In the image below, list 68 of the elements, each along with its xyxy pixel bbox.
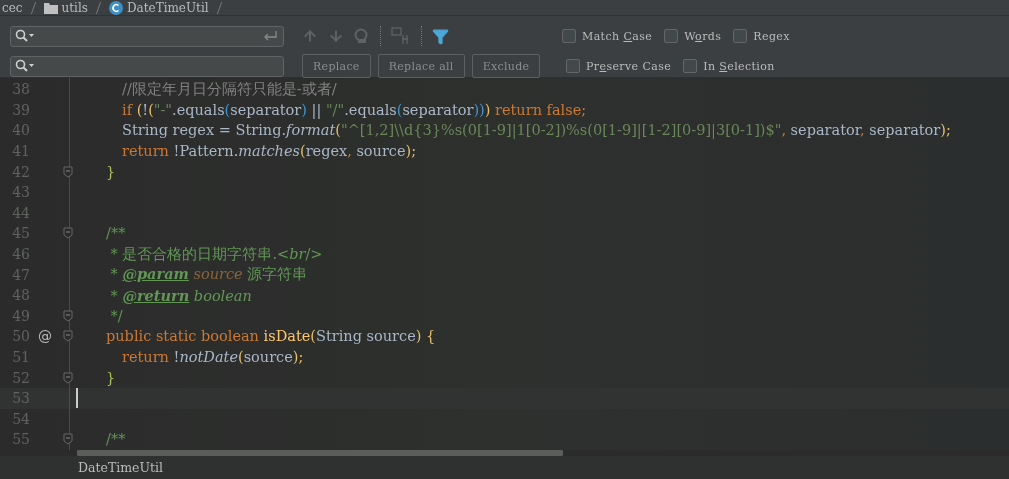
code-line: //限定年月日分隔符只能是-或者/	[121, 79, 337, 99]
checkbox[interactable]	[562, 29, 576, 43]
search-icon[interactable]	[15, 59, 35, 73]
search-icon[interactable]	[15, 29, 35, 43]
option-label: In Selection	[703, 59, 775, 73]
file-name: DateTimeUtil	[78, 460, 164, 475]
scrollbar-thumb[interactable]	[77, 450, 563, 456]
line-number: 40	[11, 122, 30, 139]
code-line: /**	[105, 225, 126, 242]
enter-icon	[263, 31, 277, 41]
code-line: * @param source 源字符串	[109, 265, 308, 285]
fold-icon[interactable]	[63, 330, 73, 343]
select-all-icon[interactable]	[391, 27, 411, 45]
code-line: */	[109, 307, 123, 324]
line-number: 46	[11, 246, 30, 263]
line-number: 51	[11, 349, 30, 365]
search-field[interactable]	[10, 25, 284, 47]
fold-icon[interactable]	[63, 309, 73, 322]
filter-icon[interactable]	[432, 27, 449, 45]
option-label: Match Case	[582, 29, 653, 43]
line-number: 52	[11, 369, 30, 386]
code-line: /**	[105, 431, 126, 448]
fold-icon[interactable]	[63, 227, 73, 240]
code-line: }	[105, 369, 116, 386]
option-label: Preserve Case	[586, 59, 672, 73]
fold-icon[interactable]	[63, 433, 73, 446]
option-label: Words	[684, 29, 722, 43]
breadcrumb-item[interactable]: utils	[61, 0, 88, 15]
option-label: Regex	[753, 29, 790, 43]
code-line: public static boolean isDate(String source) {	[105, 328, 436, 345]
code-line: if (!("-".equals(separator) || "/".equals(separator))) return false;	[121, 101, 587, 118]
line-number: 48	[11, 287, 30, 304]
replace-field[interactable]	[10, 55, 284, 77]
code-line: * @return boolean	[109, 286, 252, 304]
replace-button[interactable]: Replace all	[377, 54, 465, 78]
folder-icon	[43, 1, 58, 14]
find-usages-icon[interactable]	[354, 28, 370, 44]
code-line: }	[105, 163, 116, 180]
line-number: 54	[11, 410, 30, 427]
code-line: return !Pattern.matches(regex, source);	[121, 143, 417, 160]
line-number: 39	[11, 101, 30, 118]
breadcrumb-item[interactable]: DateTimeUtil	[126, 0, 209, 15]
fold-icon[interactable]	[63, 371, 73, 384]
override-marker[interactable]: @	[38, 328, 52, 345]
next-icon[interactable]	[328, 28, 344, 44]
line-number: 42	[11, 163, 30, 180]
breadcrumb-item[interactable]: cec	[2, 0, 23, 15]
checkbox[interactable]	[733, 29, 748, 43]
line-number: 38	[11, 81, 30, 98]
line-number: 44	[11, 204, 30, 221]
checkbox[interactable]	[683, 59, 698, 73]
code-line: String regex = String.format("^[1,2]\\d{3}%s(0[1-9]|1[0-2])%s(0[1-9]|[1-2][0-9]|3[0-1])$", separator, separator);	[121, 122, 951, 139]
line-number: 43	[11, 184, 30, 201]
checkbox[interactable]	[664, 29, 679, 43]
previous-icon[interactable]	[302, 28, 318, 44]
line-number: 47	[11, 266, 30, 283]
line-number: 55	[11, 431, 30, 448]
replace-button[interactable]: Exclude	[471, 54, 541, 78]
class-icon	[108, 0, 123, 15]
line-number: 50	[11, 328, 30, 345]
code-line: return !notDate(source);	[121, 349, 304, 365]
replace-button[interactable]: Replace	[302, 54, 371, 78]
line-number: 45	[11, 225, 30, 242]
fold-icon[interactable]	[63, 165, 73, 178]
code-line: * 是否合格的日期字符串.<br/>	[109, 244, 323, 264]
line-number: 49	[11, 307, 30, 324]
checkbox[interactable]	[566, 59, 580, 73]
line-number: 41	[11, 143, 30, 160]
